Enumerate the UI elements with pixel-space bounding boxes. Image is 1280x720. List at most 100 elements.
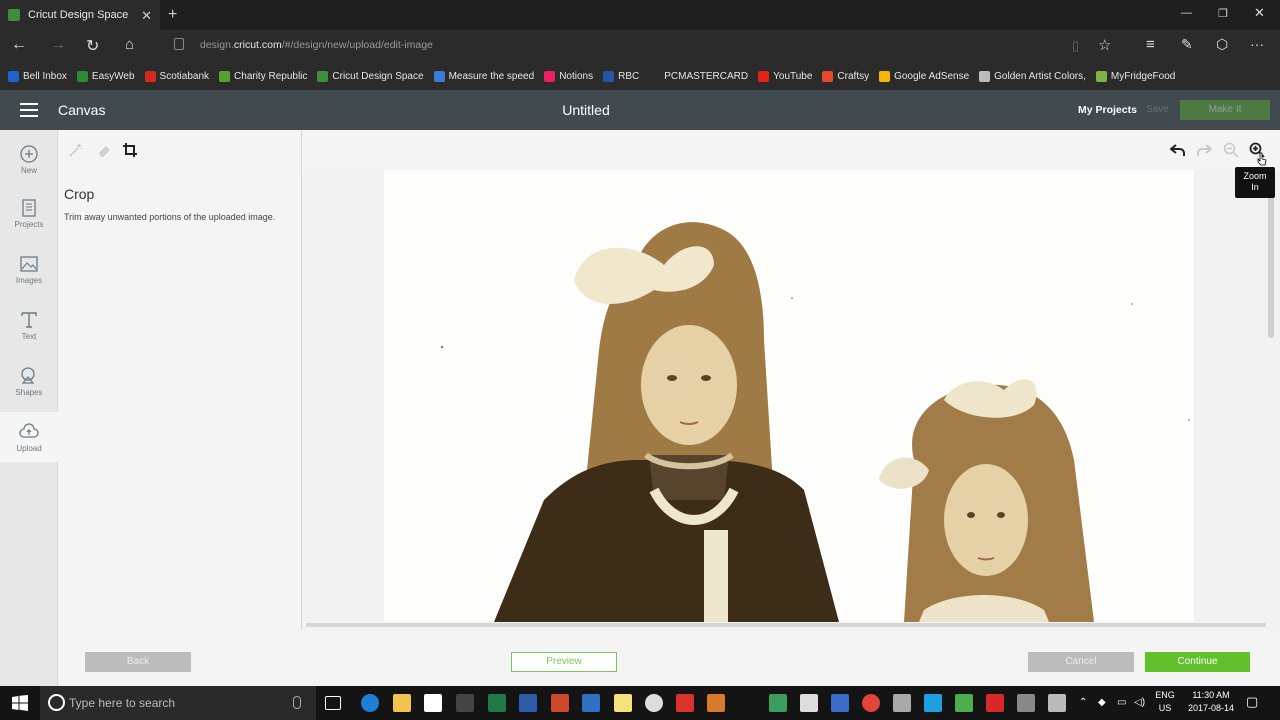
undo-icon[interactable] xyxy=(1170,143,1186,157)
favorite-star-icon[interactable]: ☆ xyxy=(1098,36,1111,54)
zoom-out-icon[interactable] xyxy=(1223,142,1239,158)
vintage-photo-two-girls xyxy=(440,222,1190,622)
tab-title: Cricut Design Space xyxy=(28,9,129,21)
sticky-notes-icon[interactable] xyxy=(614,694,632,712)
favorite-item[interactable]: YouTube xyxy=(758,70,813,82)
rail-item-shapes[interactable]: Shapes xyxy=(0,366,58,397)
notifications-icon[interactable]: ▢ xyxy=(1246,695,1258,708)
app-icon[interactable] xyxy=(800,694,818,712)
favorite-item[interactable]: Craftsy xyxy=(822,70,869,82)
continue-button[interactable]: Continue xyxy=(1145,652,1250,672)
favorite-item[interactable]: Notions xyxy=(544,70,593,82)
favorite-item[interactable]: MyFridgeFood xyxy=(1095,70,1175,82)
rail-label-upload: Upload xyxy=(16,444,42,453)
powerpoint-icon[interactable] xyxy=(551,694,569,712)
volume-icon[interactable]: ◁) xyxy=(1134,696,1145,709)
taskbar-search[interactable]: Type here to search xyxy=(40,686,316,720)
forward-arrow-icon[interactable]: → xyxy=(50,36,66,54)
app-icon[interactable] xyxy=(831,694,849,712)
favorite-item[interactable]: Charity Republic xyxy=(219,70,307,82)
refresh-icon[interactable]: ↻ xyxy=(86,36,99,56)
restore-icon[interactable]: ❐ xyxy=(1218,7,1228,20)
favorite-item[interactable]: Bell Inbox xyxy=(8,70,67,82)
vertical-scrollbar[interactable] xyxy=(1268,178,1274,338)
rail-item-new[interactable]: New xyxy=(0,144,58,175)
rail-item-images[interactable]: Images xyxy=(0,254,58,285)
file-explorer-icon[interactable] xyxy=(393,694,411,712)
favorite-label: YouTube xyxy=(773,70,813,82)
app-icon[interactable] xyxy=(955,694,973,712)
home-icon[interactable]: ⌂ xyxy=(125,36,134,53)
app-icon[interactable] xyxy=(582,694,600,712)
close-tab-icon[interactable]: ✕ xyxy=(141,8,152,24)
app-icon[interactable] xyxy=(645,694,663,712)
favorite-item[interactable]: Cricut Design Space xyxy=(317,70,424,82)
hub-icon[interactable]: ≡ xyxy=(1146,36,1155,53)
microphone-icon[interactable] xyxy=(293,696,301,709)
favorite-item[interactable]: PCMASTERCARD xyxy=(649,70,748,82)
windows-start-icon[interactable] xyxy=(12,695,28,711)
battery-icon[interactable]: ▭ xyxy=(1117,696,1126,709)
more-icon[interactable]: ··· xyxy=(1250,36,1264,52)
redo-icon[interactable] xyxy=(1196,143,1212,157)
app-icon[interactable] xyxy=(769,694,787,712)
store-icon[interactable] xyxy=(424,694,442,712)
tray-chevron-icon[interactable]: ⌃ xyxy=(1079,696,1087,709)
excel-icon[interactable] xyxy=(488,694,506,712)
cancel-button[interactable]: Cancel xyxy=(1028,652,1134,672)
cricut-favicon-icon xyxy=(8,9,20,21)
word-icon[interactable] xyxy=(519,694,537,712)
new-tab-icon[interactable]: + xyxy=(168,6,177,24)
back-button[interactable]: Back xyxy=(85,652,191,672)
chrome-icon[interactable] xyxy=(862,694,880,712)
task-view-icon[interactable] xyxy=(325,696,341,710)
my-projects-link[interactable]: My Projects xyxy=(1078,104,1137,116)
close-window-icon[interactable]: ✕ xyxy=(1254,5,1265,21)
uploaded-photo[interactable] xyxy=(384,170,1194,622)
favorite-item[interactable]: EasyWeb xyxy=(76,70,135,82)
share-icon[interactable]: ⬡ xyxy=(1216,36,1228,53)
app-icon[interactable] xyxy=(676,694,694,712)
app-icon[interactable] xyxy=(986,694,1004,712)
rail-item-upload[interactable]: Upload xyxy=(0,412,58,462)
favorite-item[interactable]: Golden Artist Colors, xyxy=(979,70,1086,82)
minimize-icon[interactable]: — xyxy=(1181,7,1192,19)
app-icon[interactable] xyxy=(893,694,911,712)
app-icon[interactable] xyxy=(707,694,725,712)
crop-icon[interactable] xyxy=(122,142,138,158)
app-icon[interactable] xyxy=(1017,694,1035,712)
favorite-item[interactable]: RBC xyxy=(603,70,639,82)
rail-item-projects[interactable]: Projects xyxy=(0,198,58,229)
media-icon[interactable] xyxy=(456,694,474,712)
edge-browser-icon[interactable] xyxy=(361,694,379,712)
horizontal-scrollbar[interactable] xyxy=(306,623,1266,627)
eraser-icon[interactable] xyxy=(96,142,112,158)
clock[interactable]: 11:30 AM 2017-08-14 xyxy=(1180,689,1242,715)
text-icon xyxy=(21,312,37,328)
rail-label-projects: Projects xyxy=(14,220,44,229)
rail-label-shapes: Shapes xyxy=(15,388,43,397)
favorite-item[interactable]: Measure the speed xyxy=(433,70,534,82)
web-note-icon[interactable]: ✎ xyxy=(1181,36,1193,53)
rail-item-text[interactable]: Text xyxy=(0,310,58,341)
save-button[interactable]: Save xyxy=(1146,104,1169,115)
shapes-icon xyxy=(21,367,35,384)
favorites-bar: Bell Inbox EasyWeb Scotiabank Charity Repub… xyxy=(0,62,1280,90)
preview-button[interactable]: Preview xyxy=(511,652,617,672)
browser-tab[interactable]: Cricut Design Space ✕ xyxy=(0,0,160,30)
language-indicator[interactable]: ENG US xyxy=(1154,689,1176,715)
back-arrow-icon[interactable]: ← xyxy=(11,36,27,54)
panel-description: Trim away unwanted portions of the uploa… xyxy=(64,212,276,222)
magic-wand-icon[interactable] xyxy=(68,142,84,158)
rail-label-images: Images xyxy=(15,276,43,285)
make-it-button[interactable]: Make It xyxy=(1180,100,1270,120)
app-icon[interactable] xyxy=(1048,694,1066,712)
network-icon[interactable]: ◆ xyxy=(1098,696,1106,709)
favorite-item[interactable]: Google AdSense xyxy=(879,70,969,82)
skype-icon[interactable] xyxy=(924,694,942,712)
action-bar: Back Preview Cancel Continue xyxy=(58,630,1280,686)
url-field[interactable]: design.cricut.com/#/design/new/upload/ed… xyxy=(200,39,433,51)
reading-view-icon[interactable]: ▯ xyxy=(1072,38,1079,54)
favorite-item[interactable]: Scotiabank xyxy=(144,70,209,82)
edit-tools xyxy=(58,130,302,170)
